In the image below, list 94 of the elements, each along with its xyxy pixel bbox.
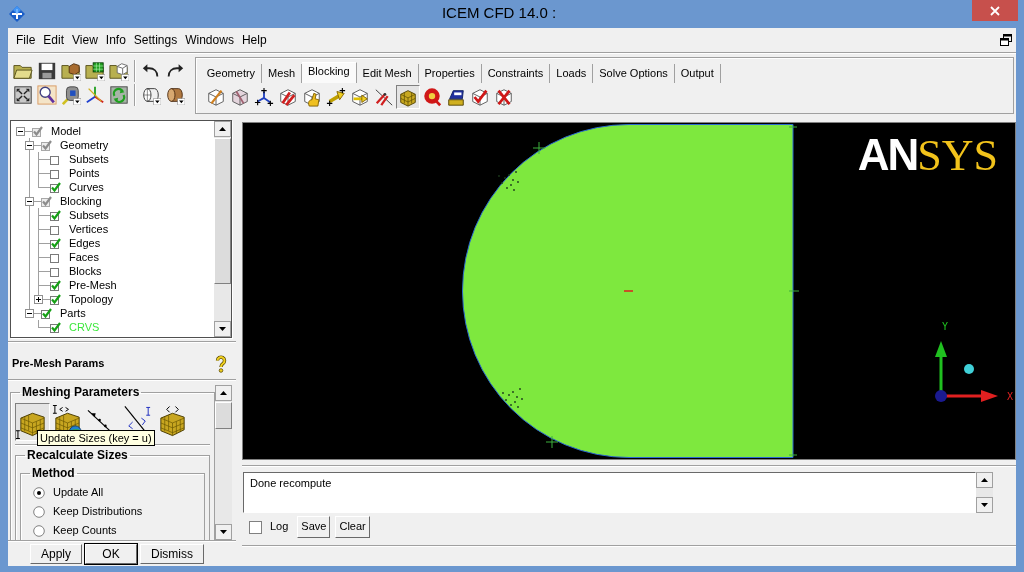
dot-cluster-drawing <box>498 171 519 191</box>
scroll-thumb[interactable] <box>215 402 232 429</box>
checkbox[interactable] <box>50 167 61 179</box>
expand-toggle[interactable] <box>34 294 43 304</box>
probe-icon[interactable] <box>59 83 83 107</box>
graphics-viewport[interactable]: Y X ANSYS <box>242 122 1016 460</box>
checkbox[interactable] <box>50 321 61 333</box>
tree-item[interactable]: Vertices <box>69 222 109 236</box>
tree-item[interactable]: Points <box>69 166 100 180</box>
menu-item[interactable]: Settings <box>133 32 178 48</box>
expand-toggle[interactable] <box>25 196 34 206</box>
tree-item[interactable]: Subsets <box>69 208 109 222</box>
tick-mark <box>545 435 559 449</box>
radio-option[interactable]: Keep Counts <box>25 521 200 540</box>
checkbox[interactable] <box>41 139 52 151</box>
log-checkbox[interactable]: Log <box>249 520 289 534</box>
scroll-up-button[interactable] <box>215 385 232 401</box>
scroll-down-button[interactable] <box>215 524 232 540</box>
fit-view-icon[interactable] <box>11 83 35 107</box>
group-title: Recalculate Sizes <box>26 448 129 462</box>
menu-item[interactable]: View <box>72 32 98 48</box>
x-axis-label: X <box>1007 391 1014 402</box>
refresh-icon[interactable] <box>107 83 131 107</box>
log-button[interactable]: Clear <box>335 516 370 538</box>
expand-toggle[interactable] <box>25 308 34 318</box>
scrollbar[interactable] <box>215 385 232 540</box>
dialog-button[interactable]: Apply <box>30 544 83 564</box>
checkbox[interactable] <box>41 307 52 319</box>
tooltip: Update Sizes (key = u) <box>37 430 155 446</box>
menu-item[interactable]: Info <box>105 32 126 48</box>
tick-mark <box>788 290 800 292</box>
tick-mark <box>788 454 798 456</box>
checkbox[interactable] <box>50 279 61 291</box>
group-title: Meshing Parameters <box>21 385 141 399</box>
folder-grid-icon[interactable] <box>83 59 107 83</box>
restore-icon[interactable] <box>1000 34 1012 46</box>
tree-item[interactable]: Geometry <box>60 138 109 152</box>
zoom-icon[interactable] <box>35 83 59 107</box>
panel-title: Pre-Mesh Params <box>12 357 105 371</box>
expand-toggle[interactable] <box>16 126 25 136</box>
menu-item[interactable]: Edit <box>43 32 65 48</box>
mesh-block-icon[interactable] <box>395 85 420 109</box>
dot-cluster-drawing <box>502 388 523 408</box>
message-log: Done recompute <box>243 472 976 513</box>
checkbox[interactable] <box>50 223 61 235</box>
tick-mark <box>788 126 798 128</box>
checkbox[interactable] <box>50 251 61 263</box>
tree-item[interactable]: Subsets <box>69 152 109 166</box>
checkbox[interactable] <box>50 265 61 277</box>
origin-dot <box>935 390 947 402</box>
tree-item[interactable]: Topology <box>69 292 114 306</box>
checkbox[interactable] <box>50 293 61 305</box>
menu-item[interactable]: File <box>16 32 36 48</box>
y-axis-label: Y <box>942 321 949 332</box>
scroll-down-button[interactable] <box>214 321 231 337</box>
checkbox[interactable] <box>32 125 43 137</box>
marker-dot <box>964 364 974 374</box>
checkbox[interactable] <box>50 153 61 165</box>
scroll-thumb[interactable] <box>214 138 231 284</box>
close-icon <box>990 5 1000 16</box>
tree-item[interactable]: Parts <box>60 306 86 320</box>
menu-item[interactable]: Windows <box>185 32 234 48</box>
scroll-up-button[interactable] <box>976 472 993 488</box>
logo: ANSYS <box>857 133 998 178</box>
scroll-up-button[interactable] <box>214 121 231 137</box>
scrollbar[interactable] <box>214 121 231 337</box>
tree-item[interactable]: Model <box>51 124 81 138</box>
checkbox[interactable] <box>50 237 61 249</box>
scrollbar[interactable] <box>976 472 993 513</box>
tree-item[interactable]: Faces <box>69 250 99 264</box>
window-title: ICEM CFD 14.0 : <box>440 3 558 22</box>
center-marker <box>623 290 634 292</box>
tree-item[interactable]: Blocking <box>60 194 102 208</box>
dialog-button[interactable]: Dismiss <box>140 544 205 564</box>
help-icon[interactable] <box>215 355 227 373</box>
tree-item[interactable]: Blocks <box>69 264 102 278</box>
tick-mark <box>532 141 546 155</box>
dialog-button[interactable]: OK <box>85 544 138 564</box>
checkbox[interactable] <box>41 195 52 207</box>
tree-item[interactable]: Pre-Mesh <box>69 278 117 292</box>
scroll-down-button[interactable] <box>976 497 993 513</box>
checkbox[interactable] <box>50 209 61 221</box>
log-button[interactable]: Save <box>297 516 331 538</box>
tree-item[interactable]: Edges <box>69 236 101 250</box>
close-button[interactable] <box>972 0 1018 21</box>
menu-item[interactable]: Help <box>241 32 267 48</box>
checkbox[interactable] <box>50 181 61 193</box>
tree-item[interactable]: Curves <box>69 180 104 194</box>
radio-option[interactable]: Update All <box>25 483 200 502</box>
radio-option[interactable]: Keep Distributions <box>25 502 200 521</box>
app-icon <box>8 5 26 23</box>
tab[interactable]: Blocking <box>302 62 357 83</box>
expand-toggle[interactable] <box>25 140 34 150</box>
group-title: Method <box>31 466 76 480</box>
